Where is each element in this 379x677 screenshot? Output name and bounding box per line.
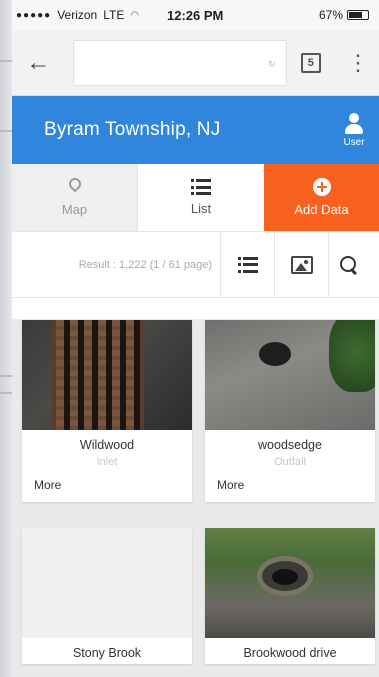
search-icon <box>339 255 358 274</box>
more-link[interactable]: More <box>22 474 192 502</box>
tab-list[interactable]: List <box>138 164 264 231</box>
results-toolbar: Result : 1,222 (1 / 61 page) <box>12 231 379 298</box>
add-data-button[interactable]: Add Data <box>264 164 379 231</box>
page-title: Byram Township, NJ <box>44 119 221 140</box>
image-icon <box>290 255 313 274</box>
tab-map[interactable]: Map <box>12 164 138 231</box>
result-summary: Result : 1,222 (1 / 61 page) <box>78 258 212 271</box>
overflow-menu-icon[interactable]: ⋮ <box>347 51 369 74</box>
status-left: ●●●●● Verizon LTE ◠ <box>16 8 139 22</box>
list-item[interactable]: Stony Brook <box>22 528 192 664</box>
list-item[interactable]: Wildwood Inlet More <box>22 320 192 502</box>
signal-icon: ●●●●● <box>16 9 52 21</box>
card-type: Outfall <box>274 456 306 468</box>
list-view-icon <box>237 256 258 273</box>
list-view-button[interactable] <box>220 231 274 298</box>
back-arrow-icon[interactable]: ← <box>20 43 57 83</box>
card-photo <box>205 528 375 638</box>
wifi-icon: ◠ <box>130 9 140 21</box>
carrier-label: Verizon <box>57 8 98 22</box>
nav-tabs: Map List Add Data <box>12 164 379 232</box>
plus-circle-icon <box>312 178 331 196</box>
add-data-label: Add Data <box>294 202 349 217</box>
card-title: Wildwood <box>79 438 135 452</box>
card-title: woodsedge <box>258 438 322 452</box>
user-button[interactable]: User <box>343 112 365 148</box>
card-type: Inlet <box>96 456 118 468</box>
battery-percent: 67% <box>318 8 343 22</box>
browser-toolbar: ← ↻ 5 ⋮ <box>12 30 379 96</box>
gallery-view-button[interactable] <box>274 231 328 298</box>
network-label: LTE <box>103 8 125 22</box>
user-icon <box>343 112 365 135</box>
divider <box>12 298 379 320</box>
card-photo <box>205 320 375 430</box>
tabs-count-button[interactable]: 5 <box>300 52 321 73</box>
list-icon <box>191 179 211 195</box>
url-reload-icon[interactable]: ↻ <box>268 59 276 70</box>
card-photo <box>22 320 192 430</box>
card-photo <box>22 528 192 638</box>
more-link[interactable]: More <box>205 474 375 502</box>
tab-list-label: List <box>190 201 212 216</box>
app-header: Byram Township, NJ User <box>12 96 379 164</box>
card-title: Brookwood drive <box>243 646 337 660</box>
status-bar: ●●●●● Verizon LTE ◠ 12:26 PM 67% <box>12 0 379 30</box>
map-pin-icon <box>68 178 82 196</box>
status-time: 12:26 PM <box>167 7 224 23</box>
list-item[interactable]: woodsedge Outfall More <box>205 320 375 502</box>
list-item[interactable]: Brookwood drive <box>205 528 375 664</box>
battery-icon <box>347 10 369 20</box>
url-field[interactable]: ↻ <box>72 39 287 86</box>
tab-map-label: Map <box>61 202 88 217</box>
search-button[interactable] <box>328 231 368 298</box>
user-label: User <box>343 136 365 148</box>
card-grid: Wildwood Inlet More woodsedge Outfall Mo… <box>12 320 379 677</box>
card-title: Stony Brook <box>72 646 142 660</box>
phone-screen: ●●●●● Verizon LTE ◠ 12:26 PM 67% ← ↻ 5 ⋮… <box>12 0 379 677</box>
status-right: 67% <box>319 8 369 22</box>
